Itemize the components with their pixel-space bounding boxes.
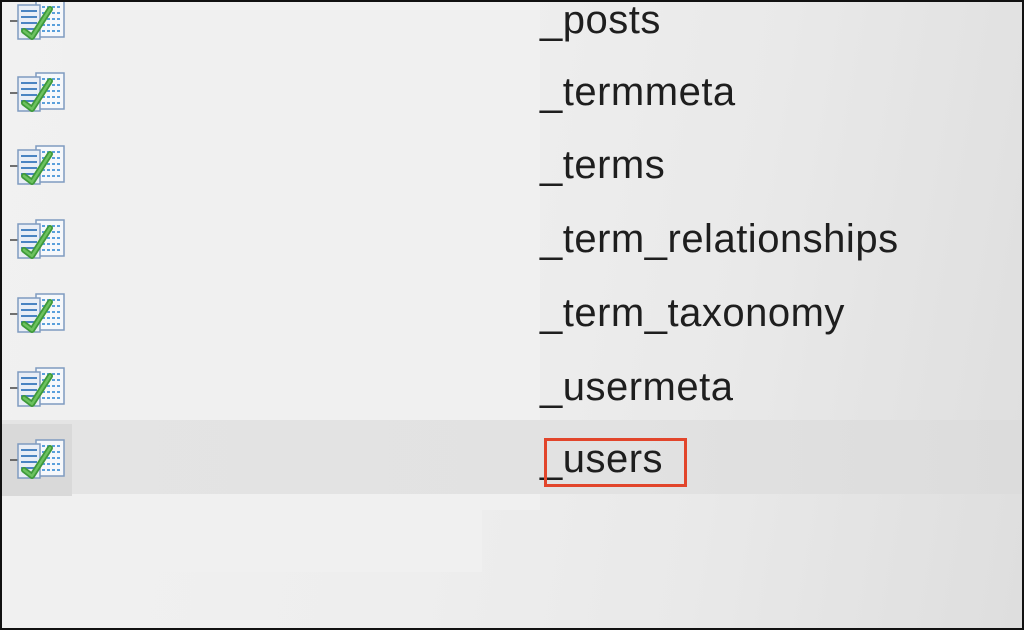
table-row[interactable]: _posts — [2, 0, 1022, 57]
table-row[interactable]: _term_relationships — [2, 204, 1022, 276]
table-icon — [10, 71, 68, 115]
table-row[interactable]: _termmeta — [2, 57, 1022, 129]
table-icon — [10, 366, 68, 410]
table-name-label: _users — [540, 437, 664, 482]
table-row[interactable]: _term_taxonomy — [2, 278, 1022, 350]
table-name-label: _term_taxonomy — [540, 291, 845, 336]
table-row[interactable]: _users — [2, 424, 1022, 496]
table-name-label: _term_relationships — [540, 217, 899, 262]
table-list-panel: _posts _termmeta _terms _term_relationsh… — [0, 0, 1024, 630]
table-icon — [10, 218, 68, 262]
table-row[interactable]: _terms — [2, 130, 1022, 202]
table-name-label: _usermeta — [540, 365, 734, 410]
table-icon — [10, 144, 68, 188]
table-icon — [10, 292, 68, 336]
table-name-label: _terms — [540, 143, 666, 188]
table-icon — [10, 2, 68, 43]
table-name-label: _posts — [540, 0, 661, 43]
table-row[interactable]: _usermeta — [2, 352, 1022, 424]
redacted-area — [62, 510, 482, 572]
table-name-label: _termmeta — [540, 70, 736, 115]
table-icon — [10, 438, 68, 482]
